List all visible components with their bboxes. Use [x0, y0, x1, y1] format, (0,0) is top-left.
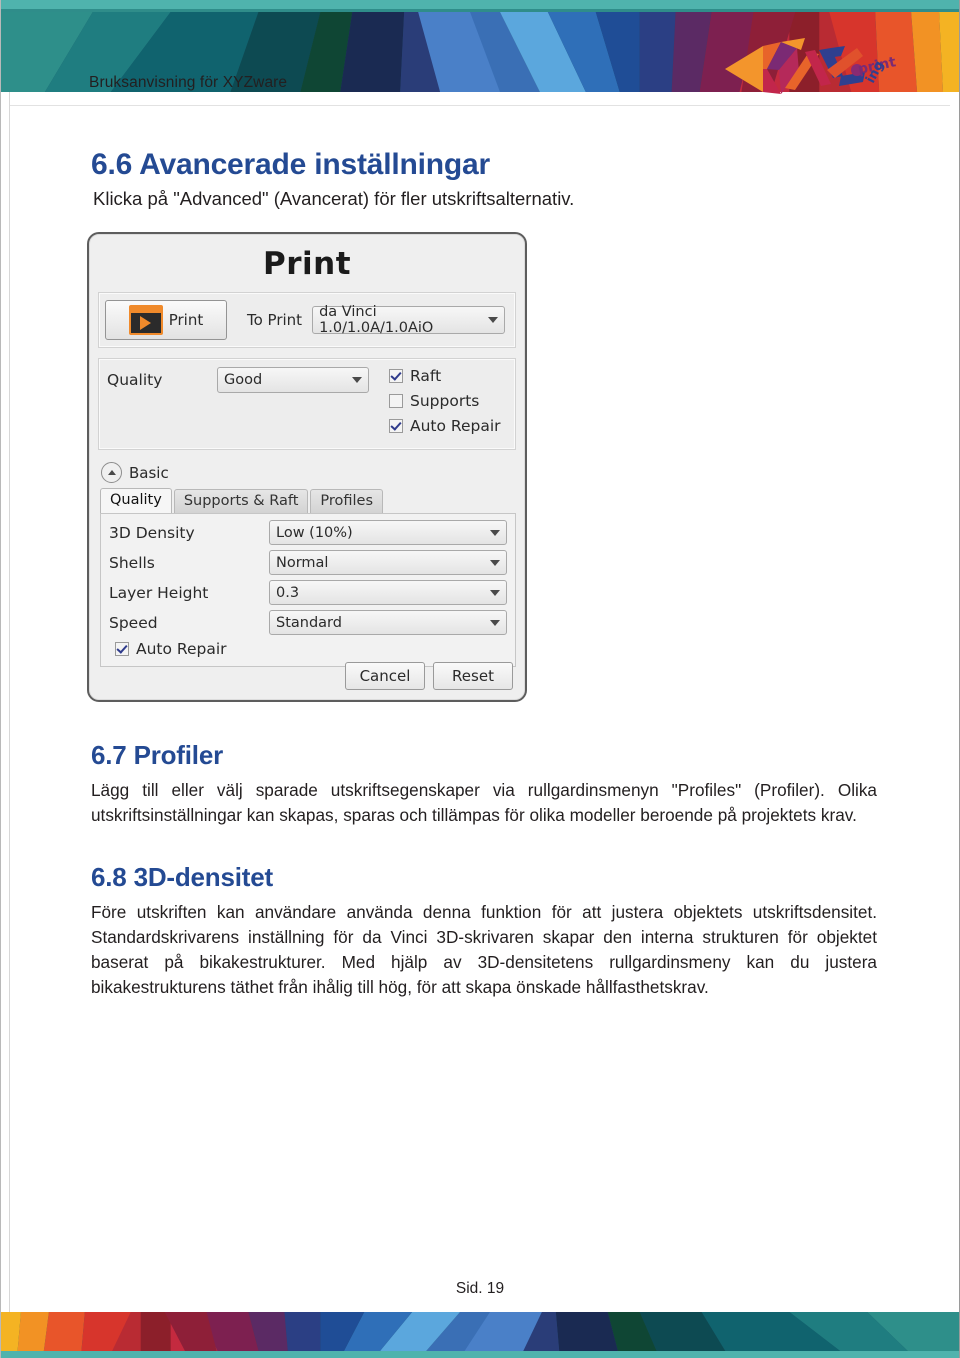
tab-supports-raft[interactable]: Supports & Raft	[173, 489, 309, 513]
checkbox-panel-auto-repair[interactable]: Auto Repair	[115, 640, 507, 658]
quality-group: Quality Good Raft Supports Auto Repair	[98, 358, 516, 450]
shells-select-value: Normal	[276, 554, 329, 571]
density-select[interactable]: Low (10%)	[269, 520, 507, 545]
field-row-shells: Shells Normal	[109, 550, 507, 575]
dialog-action-buttons: Cancel Reset	[345, 662, 513, 690]
tab-quality[interactable]: Quality	[100, 488, 172, 513]
chevron-down-icon	[490, 559, 500, 566]
print-button[interactable]: Print	[105, 300, 227, 340]
xyzprinting-logo-icon: print ing	[725, 38, 898, 94]
speed-select[interactable]: Standard	[269, 610, 507, 635]
speed-select-value: Standard	[276, 614, 342, 631]
quality-label: Quality	[107, 371, 163, 389]
header-divider	[10, 105, 950, 106]
chevron-down-icon	[490, 529, 500, 536]
quality-tab-panel: 3D Density Low (10%) Shells Normal Layer…	[100, 513, 516, 667]
checkbox-icon	[389, 394, 403, 408]
header-teal-rule-bottom	[1, 9, 959, 12]
checkbox-raft[interactable]: Raft	[389, 367, 501, 385]
dialog-tabs: Quality Supports & Raft Profiles	[100, 488, 525, 513]
cancel-button[interactable]: Cancel	[345, 662, 425, 690]
checkbox-label: Supports	[410, 392, 480, 410]
shells-select[interactable]: Normal	[269, 550, 507, 575]
field-row-3d-density: 3D Density Low (10%)	[109, 520, 507, 545]
chevron-down-icon	[352, 377, 362, 383]
field-row-speed: Speed Standard	[109, 610, 507, 635]
field-label: Speed	[109, 613, 158, 632]
xyzprinting-logo: print ing	[723, 36, 901, 98]
checkbox-label: Auto Repair	[410, 417, 501, 435]
checkbox-icon	[389, 419, 403, 433]
quality-select[interactable]: Good	[217, 367, 369, 393]
section-heading-6-8: 6.8 3D-densitet	[91, 862, 273, 892]
section-paragraph-6-8: Före utskriften kan användare använda de…	[91, 902, 877, 997]
print-button-label: Print	[168, 311, 204, 329]
field-row-layer-height: Layer Height 0.3	[109, 580, 507, 605]
footer-decorative-band	[1, 1312, 959, 1358]
print-play-icon	[128, 305, 163, 335]
field-label: Layer Height	[109, 583, 209, 602]
checkbox-icon	[389, 369, 403, 383]
page-number: Sid. 19	[455, 1280, 505, 1297]
layer-height-select-value: 0.3	[276, 584, 300, 601]
checkbox-label: Raft	[410, 367, 442, 385]
print-dialog-title: Print	[262, 246, 352, 282]
header-title: Bruksanvisning för XYZware	[89, 74, 288, 91]
reset-button[interactable]: Reset	[433, 662, 513, 690]
checkbox-icon	[115, 642, 129, 656]
chevron-down-icon	[488, 317, 498, 323]
basic-label: Basic	[129, 463, 169, 482]
basic-collapse-row[interactable]: Basic	[101, 462, 525, 483]
section-paragraph-6-7: Lägg till eller välj sparade utskriftseg…	[91, 780, 877, 825]
section-heading-6-7: 6.7 Profiler	[91, 740, 223, 770]
checkbox-label: Auto Repair	[136, 640, 227, 658]
field-label: 3D Density	[109, 523, 195, 542]
printer-select-value: da Vinci 1.0/1.0A/1.0AiO	[319, 304, 434, 336]
footer-teal-rule	[1, 1351, 959, 1358]
chevron-down-icon	[490, 589, 500, 596]
header-teal-rule-top	[1, 0, 959, 9]
section-paragraph-6-6: Klicka på "Advanced" (Avancerat) för fle…	[93, 188, 575, 209]
document-page: Bruksanvisning för XYZware print ing 6.6…	[0, 0, 960, 1358]
tab-profiles[interactable]: Profiles	[310, 489, 384, 513]
checkbox-supports[interactable]: Supports	[389, 392, 501, 410]
chevron-down-icon	[490, 619, 500, 626]
quality-select-value: Good	[224, 372, 263, 388]
chevron-up-icon[interactable]	[101, 462, 122, 483]
print-dialog-screenshot: Print Print To Print da Vinci 1.0/1.0A/1…	[87, 232, 527, 702]
to-print-label: To Print	[247, 311, 303, 329]
printer-select[interactable]: da Vinci 1.0/1.0A/1.0AiO	[312, 304, 505, 336]
section-heading-6-6: 6.6 Avancerade inställningar	[91, 148, 491, 181]
checkbox-auto-repair[interactable]: Auto Repair	[389, 417, 501, 435]
density-select-value: Low (10%)	[276, 524, 353, 541]
print-action-group: Print To Print da Vinci 1.0/1.0A/1.0AiO	[98, 292, 516, 348]
layer-height-select[interactable]: 0.3	[269, 580, 507, 605]
field-label: Shells	[109, 553, 155, 572]
option-checkbox-list: Raft Supports Auto Repair	[389, 367, 501, 449]
